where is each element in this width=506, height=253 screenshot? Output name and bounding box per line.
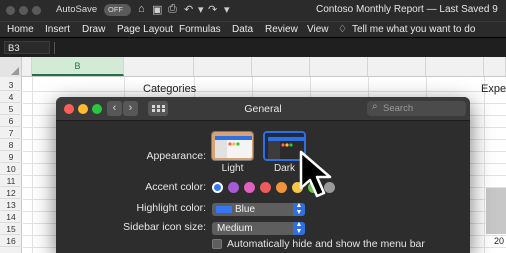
accent-color-label: Accent color: [145,181,206,193]
column-headers: B [0,57,506,77]
column-header-c[interactable] [124,57,194,76]
tab-page-layout[interactable]: Page Layout [117,24,173,35]
chart-axis-label: 20 [494,236,505,246]
accent-color-blue[interactable] [212,182,223,193]
menu-bar-autohide-label[interactable]: Automatically hide and show the menu bar [227,238,425,250]
accent-color-purple[interactable] [228,182,239,193]
highlight-color-select[interactable]: Blue ▲ ▼ [212,202,305,216]
light-option-label[interactable]: Light [211,163,254,174]
row-header[interactable]: 8 [0,140,22,151]
menu-bar-autohide-checkbox[interactable] [212,239,222,249]
row-header[interactable]: 7 [0,128,22,139]
highlight-swatch-icon [216,206,232,213]
autosave-state: OFF [108,5,123,14]
select-all-button[interactable] [0,57,22,77]
column-header-e[interactable] [252,57,310,76]
row-header[interactable]: 9 [0,152,22,163]
row-header[interactable]: 13 [0,200,22,211]
sidebar-icon-size-select[interactable]: Medium ▲ ▼ [212,221,305,235]
tab-view[interactable]: View [307,24,329,35]
accent-color-orange[interactable] [276,182,287,193]
accent-color-red[interactable] [260,182,271,193]
row-header[interactable]: 12 [0,188,22,199]
select-all-triangle-icon [11,67,19,75]
row-header[interactable]: 3 [0,80,22,91]
excel-title-bar: AutoSave OFF ⌂ ▣ ⎙ ↶ ▾ ↷ ▾ Contoso Month… [0,0,506,21]
cell-categories[interactable]: Categories [143,83,196,95]
tab-formulas[interactable]: Formulas [179,24,221,35]
more-commands-icon[interactable]: ▾ [224,3,230,16]
row-header[interactable]: 4 [0,92,22,103]
minimize-window-button[interactable] [19,6,28,15]
preferences-search[interactable]: ⌕ [367,101,466,116]
sidebar-icon-size-value: Medium [217,223,253,234]
accent-color-pink[interactable] [244,182,255,193]
undo-dropdown-icon[interactable]: ▾ [198,3,204,16]
column-header-b[interactable]: B [32,57,124,76]
search-input[interactable] [383,102,461,115]
redo-icon[interactable]: ↷ [208,3,217,16]
column-header-i[interactable] [484,57,506,76]
column-header-h[interactable] [426,57,484,76]
row-header[interactable]: 6 [0,116,22,127]
mouse-pointer-icon [299,150,332,198]
appearance-label: Appearance: [146,150,206,162]
chart-bar [486,188,506,234]
highlight-color-label: Highlight color: [136,202,206,214]
preferences-title-bar: ‹ › General ⌕ [56,97,470,121]
tab-home[interactable]: Home [7,24,34,35]
tab-review[interactable]: Review [265,24,298,35]
tab-draw[interactable]: Draw [82,24,105,35]
home-icon[interactable]: ⌂ [138,3,145,15]
close-window-button[interactable] [6,6,15,15]
sidebar-icon-size-label: Sidebar icon size: [123,221,206,233]
row-headers: 3 4 5 6 7 8 9 10 11 12 13 14 15 16 [0,77,22,253]
ribbon-tabs: Home Insert Draw Page Layout Formulas Da… [0,21,506,37]
row-header[interactable]: 14 [0,212,22,223]
zoom-window-button[interactable] [32,6,41,15]
formula-bar: B3 [0,37,506,57]
column-header-f[interactable] [310,57,368,76]
cell-expenses[interactable]: Exper [481,83,506,95]
row-header[interactable]: 10 [0,164,22,175]
tell-me-box[interactable]: Tell me what you want to do [352,24,475,35]
name-box[interactable]: B3 [4,41,50,54]
select-arrows-icon: ▲ ▼ [293,221,305,235]
formula-divider [54,42,55,54]
general-preferences-window: ‹ › General ⌕ Appearance: Light [56,97,470,253]
save-icon[interactable]: ▣ [152,3,162,16]
light-theme-icon [212,132,253,160]
lightbulb-icon: ♢ [338,24,347,35]
autosave-toggle[interactable]: OFF [104,4,131,16]
row-header[interactable]: 11 [0,176,22,187]
search-icon: ⌕ [372,101,378,112]
autosave-label: AutoSave [56,4,98,15]
row-header[interactable]: 16 [0,236,22,247]
highlight-color-value: Blue [235,204,256,215]
appearance-light-thumbnail[interactable] [211,131,254,161]
column-header-g[interactable] [368,57,426,76]
column-header-d[interactable] [194,57,252,76]
tab-data[interactable]: Data [232,24,253,35]
document-title: Contoso Monthly Report — Last Saved 9 [316,4,498,15]
row-header[interactable]: 15 [0,224,22,235]
undo-icon[interactable]: ↶ [184,3,193,16]
print-icon[interactable]: ⎙ [168,3,177,16]
column-header-a[interactable] [23,57,32,76]
tab-insert[interactable]: Insert [45,24,70,35]
row-header[interactable]: 5 [0,104,22,115]
